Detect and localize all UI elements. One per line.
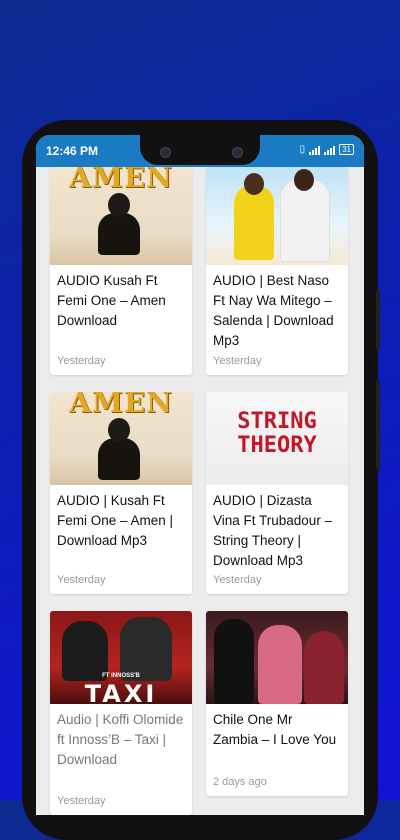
artist-figure	[304, 631, 344, 704]
status-bar: 12:46 PM ▯ 31	[36, 135, 364, 167]
post-title[interactable]: Chile One Mr Zambia – I Love You	[206, 704, 348, 750]
post-title[interactable]: AUDIO | Kusah Ft Femi One – Amen | Downl…	[50, 485, 192, 551]
battery-icon: 31	[339, 144, 354, 155]
front-camera-icon	[160, 147, 171, 158]
artist-figure	[280, 179, 330, 262]
vibrate-icon: ▯	[299, 144, 306, 155]
post-date: Yesterday	[213, 355, 262, 367]
post-date: Yesterday	[57, 574, 106, 586]
thumb-title-text: AMEN	[69, 392, 173, 419]
artist-figure	[62, 621, 108, 681]
thumb-title-text: STRING THEORY	[237, 409, 317, 458]
artist-head	[294, 169, 314, 191]
phone-screen: 12:46 PM ▯ 31 AMEN AUDIO Kusah Ft Femi O…	[36, 135, 364, 815]
post-title[interactable]: AUDIO | Dizasta Vina Ft Trubadour – Stri…	[206, 485, 348, 571]
post-title[interactable]: AUDIO Kusah Ft Femi One – Amen Download	[50, 265, 192, 331]
sensor-icon	[232, 147, 243, 158]
thumb-title-text: AMEN	[69, 167, 173, 194]
post-grid: AMEN AUDIO Kusah Ft Femi One – Amen Down…	[36, 167, 364, 815]
post-title[interactable]: AUDIO | Best Naso Ft Nay Wa Mitego – Sal…	[206, 265, 348, 351]
post-date: Yesterday	[213, 574, 262, 586]
signal-icon	[309, 145, 321, 155]
post-thumbnail[interactable]: STRING THEORY	[206, 392, 348, 485]
child-figure	[98, 213, 140, 255]
thumb-title-text: TAXI	[84, 680, 158, 704]
phone-volume-button	[376, 380, 380, 470]
artist-figure	[214, 619, 254, 704]
post-thumbnail[interactable]: AMEN	[50, 392, 192, 485]
status-time: 12:46 PM	[46, 144, 99, 158]
post-title[interactable]: Audio | Koffi Olomide ft Innoss’B – Taxi…	[50, 704, 192, 770]
signal-icon-2	[324, 145, 336, 155]
post-thumbnail[interactable]: AMEN	[50, 167, 192, 265]
post-card[interactable]: AMEN AUDIO | Kusah Ft Femi One – Amen | …	[50, 392, 192, 594]
artist-figure	[234, 185, 274, 260]
post-date: 2 days ago	[213, 776, 267, 788]
child-figure	[98, 438, 140, 480]
post-card[interactable]: AMEN AUDIO Kusah Ft Femi One – Amen Down…	[50, 167, 192, 375]
status-icons: ▯ 31	[300, 144, 354, 155]
post-thumbnail[interactable]	[206, 167, 348, 265]
child-head	[108, 193, 130, 217]
artist-head	[244, 173, 264, 195]
post-card[interactable]: STRING THEORY AUDIO | Dizasta Vina Ft Tr…	[206, 392, 348, 594]
artist-figure	[258, 625, 302, 704]
post-card[interactable]: FT INNOSS'B TAXI Audio | Koffi Olomide f…	[50, 611, 192, 815]
child-head	[108, 418, 130, 442]
post-card[interactable]: Chile One Mr Zambia – I Love You 2 days …	[206, 611, 348, 796]
post-date: Yesterday	[57, 355, 106, 367]
post-thumbnail[interactable]: FT INNOSS'B TAXI	[50, 611, 192, 704]
post-thumbnail[interactable]	[206, 611, 348, 704]
artist-figure	[120, 617, 172, 681]
camera-notch	[140, 135, 260, 165]
phone-power-button	[376, 290, 380, 350]
post-card[interactable]: AUDIO | Best Naso Ft Nay Wa Mitego – Sal…	[206, 167, 348, 375]
thumb-feature-text: FT INNOSS'B	[102, 673, 140, 679]
post-date: Yesterday	[57, 795, 106, 807]
